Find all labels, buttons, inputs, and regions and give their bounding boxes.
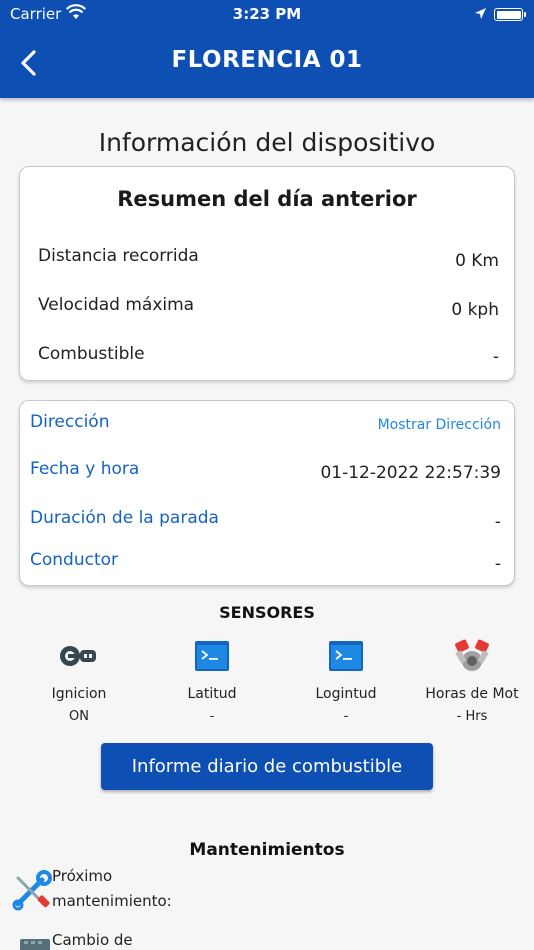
status-bar: Carrier 3:23 PM: [0, 0, 534, 28]
sensor-ignition[interactable]: Ignicion ON: [14, 640, 144, 724]
direction-label: Dirección: [30, 412, 110, 432]
fuel-report-button[interactable]: Informe diario de combustible: [101, 743, 433, 790]
change-maintenance-label: Cambio de: [52, 931, 133, 949]
sensor-value: -: [209, 709, 215, 724]
stop-duration-label: Duración de la parada: [30, 508, 219, 528]
summary-card: Resumen del día anterior Distancia recor…: [19, 166, 515, 381]
sensor-longitude[interactable]: Logintud -: [281, 640, 411, 724]
sensor-value: - Hrs: [456, 709, 488, 724]
next-maintenance-line2: mantenimiento:: [52, 892, 172, 910]
next-maintenance-label: Próximo mantenimiento:: [52, 864, 172, 914]
ignition-key-icon: [59, 641, 99, 675]
show-direction-link[interactable]: Mostrar Dirección: [378, 417, 501, 433]
sensor-engine-hours[interactable]: Horas de Mot - Hrs: [407, 639, 534, 724]
battery-icon: [494, 8, 526, 21]
sensor-label: Logintud: [315, 686, 377, 702]
sensors-title: SENSORES: [219, 603, 315, 622]
max-speed-value: 0 kph: [451, 300, 499, 320]
engine-icon: [452, 639, 492, 677]
max-speed-label: Velocidad máxima: [38, 295, 195, 315]
sensor-value: -: [343, 709, 349, 724]
datetime-value: 01-12-2022 22:57:39: [320, 463, 501, 483]
tools-icon: [12, 870, 54, 916]
sensor-label: Horas de Mot: [425, 686, 519, 702]
status-time: 3:23 PM: [232, 5, 302, 23]
sensor-label: Latitud: [187, 686, 237, 702]
maintenance-title: Mantenimientos: [189, 840, 345, 860]
terminal-icon: [194, 640, 230, 676]
terminal-icon: [328, 640, 364, 676]
oil-change-icon: [12, 936, 54, 950]
distance-value: 0 Km: [455, 251, 499, 271]
section-heading: Información del dispositivo: [98, 128, 436, 157]
nav-bar: FLORENCIA 01: [0, 28, 534, 98]
distance-label: Distancia recorrida: [38, 246, 199, 266]
datetime-label: Fecha y hora: [30, 459, 140, 479]
sensor-latitude[interactable]: Latitud -: [147, 640, 277, 724]
driver-label: Conductor: [30, 550, 119, 570]
fuel-value: -: [492, 347, 499, 367]
fuel-label: Combustible: [38, 344, 145, 364]
details-card: Dirección Mostrar Dirección Fecha y hora…: [19, 400, 515, 586]
location-arrow-icon: [474, 6, 487, 24]
driver-value: -: [494, 554, 501, 574]
page-title: FLORENCIA 01: [171, 47, 363, 73]
sensor-value: ON: [69, 709, 89, 724]
next-maintenance-line1: Próximo: [52, 867, 113, 885]
summary-title: Resumen del día anterior: [117, 187, 417, 211]
sensor-label: Ignicion: [51, 686, 107, 702]
stop-duration-value: -: [494, 512, 501, 532]
